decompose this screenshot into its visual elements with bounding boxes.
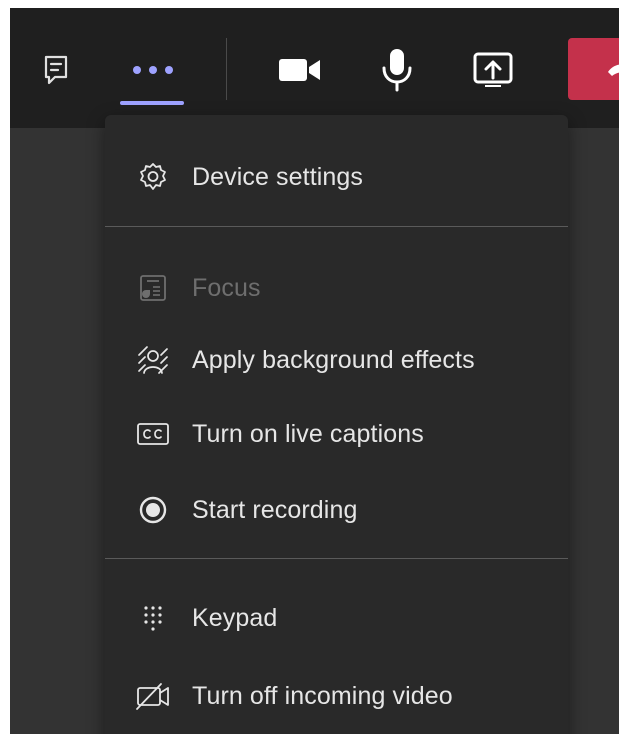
more-options-icon: [133, 66, 173, 74]
menu-item-label: Apply background effects: [192, 345, 475, 374]
active-tab-indicator: [120, 101, 184, 105]
menu-item-background-effects[interactable]: Apply background effects: [105, 331, 568, 389]
camera-button[interactable]: [276, 42, 324, 98]
leave-button[interactable]: [568, 38, 619, 100]
focus-icon: [135, 270, 171, 306]
share-screen-button[interactable]: [469, 42, 517, 98]
microphone-icon: [382, 49, 412, 92]
menu-item-start-recording[interactable]: Start recording: [105, 481, 568, 539]
menu-item-label: Start recording: [192, 495, 358, 524]
menu-item-focus[interactable]: Focus: [105, 259, 568, 317]
toolbar-divider: [226, 38, 227, 100]
video-off-icon: [135, 678, 171, 714]
chat-icon: [44, 55, 68, 85]
microphone-button[interactable]: [373, 42, 421, 98]
keypad-icon: [135, 600, 171, 636]
background-effects-icon: [135, 342, 171, 378]
more-options-button[interactable]: [129, 42, 177, 98]
gear-icon: [135, 159, 171, 195]
menu-item-keypad[interactable]: Keypad: [105, 589, 568, 647]
menu-divider: [105, 558, 568, 559]
menu-item-live-captions[interactable]: Turn on live captions: [105, 405, 568, 463]
record-icon: [135, 492, 171, 528]
menu-divider: [105, 226, 568, 227]
menu-item-label: Device settings: [192, 162, 364, 191]
menu-item-incoming-video[interactable]: Turn off incoming video: [105, 667, 568, 725]
menu-item-label: Keypad: [192, 603, 278, 632]
hang-up-icon: [608, 64, 619, 76]
chat-button[interactable]: [32, 42, 80, 98]
more-options-menu: Device settings Focus Apply background e…: [105, 115, 568, 734]
closed-captions-icon: [135, 416, 171, 452]
menu-item-label: Focus: [192, 273, 261, 302]
share-screen-icon: [473, 52, 513, 87]
camera-icon: [279, 59, 320, 81]
menu-item-label: Turn off incoming video: [192, 681, 453, 710]
meeting-toolbar: [10, 8, 619, 128]
meeting-window: Device settings Focus Apply background e…: [10, 8, 619, 734]
menu-item-device-settings[interactable]: Device settings: [105, 148, 568, 206]
menu-item-label: Turn on live captions: [192, 419, 424, 448]
